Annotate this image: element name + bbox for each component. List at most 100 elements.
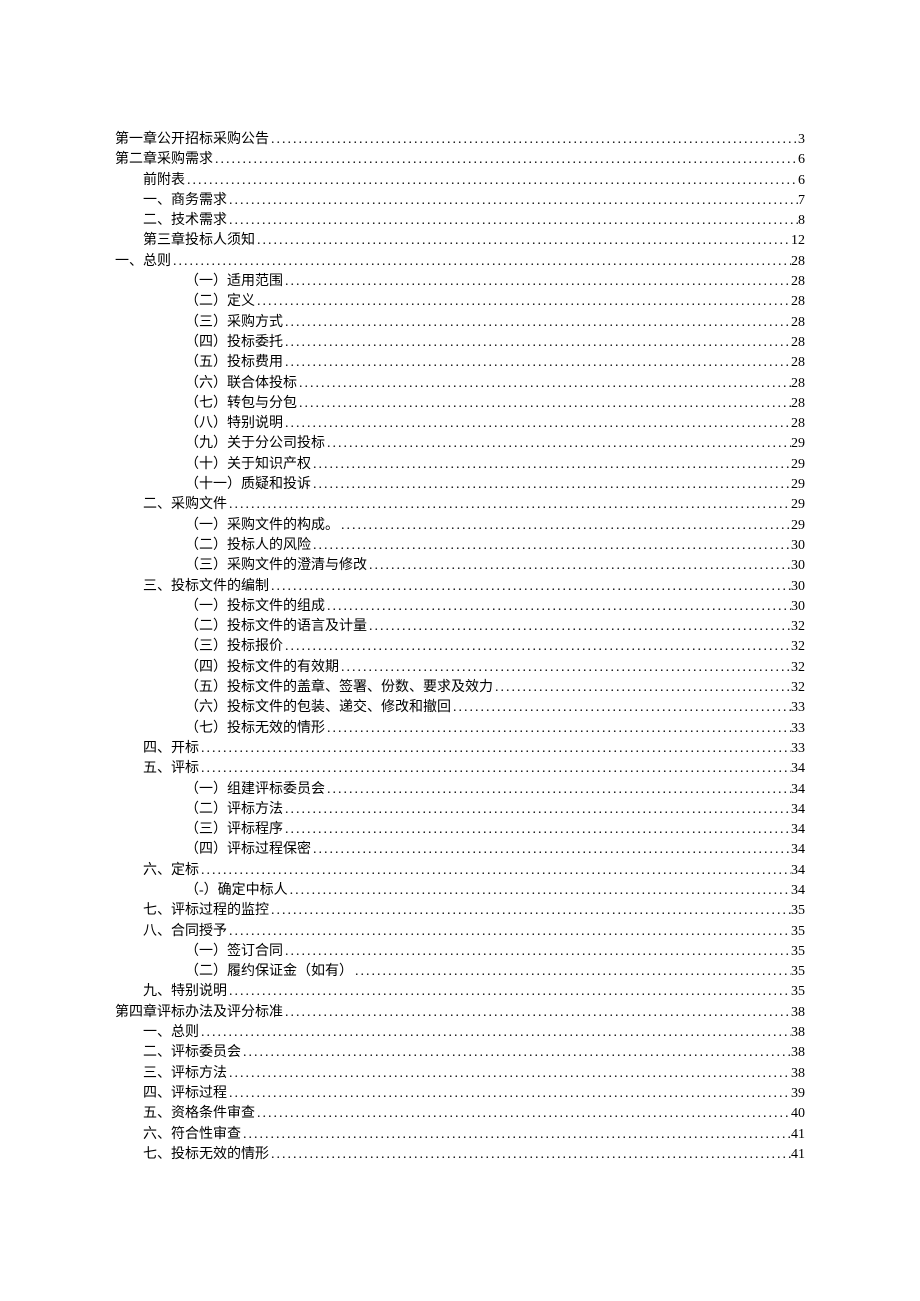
toc-entry: 六、定标 34	[115, 861, 805, 881]
toc-page-number: 33	[791, 719, 805, 739]
toc-label: （六）联合体投标	[185, 374, 297, 394]
toc-page-number: 35	[791, 901, 805, 921]
toc-label: 三、评标方法	[143, 1064, 227, 1084]
toc-leader-dots	[283, 637, 791, 657]
toc-label: 四、开标	[143, 739, 199, 759]
toc-entry: （二）履约保证金（如有）35	[115, 962, 805, 982]
toc-page-number: 29	[791, 475, 805, 495]
toc-entry: （四）投标文件的有效期32	[115, 658, 805, 678]
toc-label: 八、合同授予	[143, 922, 227, 942]
toc-page-number: 41	[791, 1145, 805, 1165]
toc-entry: 一、商务需求7	[115, 191, 805, 211]
toc-page-number: 8	[798, 211, 805, 231]
toc-entry: （一）适用范围28	[115, 272, 805, 292]
toc-entry: 一、总则28	[115, 252, 805, 272]
toc-page-number: 28	[791, 374, 805, 394]
toc-leader-dots	[367, 617, 791, 637]
toc-label: 第一章公开招标采购公告	[115, 130, 269, 150]
toc-page-number: 34	[791, 881, 805, 901]
toc-leader-dots	[325, 597, 791, 617]
toc-page-number: 29	[791, 516, 805, 536]
toc-label: （四）评标过程保密	[185, 840, 311, 860]
toc-entry: 七、投标无效的情形 41	[115, 1145, 805, 1165]
toc-page-number: 29	[791, 455, 805, 475]
toc-entry: （二）定义28	[115, 292, 805, 312]
toc-label: （七）投标无效的情形	[185, 719, 325, 739]
toc-leader-dots	[493, 678, 791, 698]
toc-leader-dots	[199, 1023, 791, 1043]
toc-label: 一、总则	[143, 1023, 199, 1043]
toc-label: 二、技术需求	[143, 211, 227, 231]
toc-label: （二）评标方法	[185, 800, 283, 820]
toc-entry: 八、合同授予35	[115, 922, 805, 942]
toc-leader-dots	[227, 495, 791, 515]
toc-entry: （二）投标文件的语言及计量32	[115, 617, 805, 637]
toc-leader-dots	[199, 739, 791, 759]
toc-entry: （十一）质疑和投诉29	[115, 475, 805, 495]
toc-leader-dots	[339, 658, 791, 678]
toc-page-number: 32	[791, 617, 805, 637]
toc-label: 一、总则	[115, 252, 171, 272]
toc-page-number: 40	[791, 1104, 805, 1124]
toc-label: （五）投标费用	[185, 353, 283, 373]
toc-label: （二）投标人的风险	[185, 536, 311, 556]
toc-leader-dots	[283, 942, 791, 962]
toc-label: 六、定标	[143, 861, 199, 881]
toc-label: （三）评标程序	[185, 820, 283, 840]
toc-entry: （七）投标无效的情形 33	[115, 719, 805, 739]
toc-entry: 二、评标委员会38	[115, 1043, 805, 1063]
toc-label: （九）关于分公司投标	[185, 434, 325, 454]
toc-entry: （一）签订合同35	[115, 942, 805, 962]
toc-leader-dots	[283, 1003, 791, 1023]
toc-entry: 第三章投标人须知12	[115, 231, 805, 251]
toc-page-number: 6	[798, 150, 805, 170]
toc-label: 七、投标无效的情形	[143, 1145, 269, 1165]
toc-label: （一）组建评标委员会	[185, 780, 325, 800]
toc-leader-dots	[367, 556, 791, 576]
toc-label: 五、评标	[143, 759, 199, 779]
toc-entry: 四、评标过程39	[115, 1084, 805, 1104]
toc-leader-dots	[311, 536, 791, 556]
toc-label: （三）采购方式	[185, 313, 283, 333]
toc-leader-dots	[227, 1064, 791, 1084]
toc-entry: 三、投标文件的编制30	[115, 577, 805, 597]
toc-leader-dots	[185, 171, 798, 191]
toc-label: 一、商务需求	[143, 191, 227, 211]
toc-page-number: 28	[791, 353, 805, 373]
toc-page-number: 38	[791, 1003, 805, 1023]
toc-entry: 第一章公开招标采购公告 3	[115, 130, 805, 150]
toc-leader-dots	[241, 1125, 791, 1145]
toc-label: （四）投标委托	[185, 333, 283, 353]
toc-label: （八）特别说明	[185, 414, 283, 434]
toc-page-number: 32	[791, 637, 805, 657]
toc-entry: （一）采购文件的构成。 29	[115, 516, 805, 536]
toc-leader-dots	[255, 231, 791, 251]
toc-page-number: 34	[791, 820, 805, 840]
toc-leader-dots	[283, 313, 791, 333]
toc-label: （六）投标文件的包装、递交、修改和撤回	[185, 698, 451, 718]
toc-label: （五）投标文件的盖章、签署、份数、要求及效力	[185, 678, 493, 698]
toc-page-number: 3	[798, 130, 805, 150]
toc-page-number: 35	[791, 942, 805, 962]
toc-page-number: 34	[791, 800, 805, 820]
toc-leader-dots	[283, 353, 791, 373]
toc-leader-dots	[339, 516, 791, 536]
toc-label: 第四章评标办法及评分标准	[115, 1003, 283, 1023]
toc-leader-dots	[269, 1145, 791, 1165]
toc-label: （二）履约保证金（如有）	[185, 962, 353, 982]
toc-entry: 七、评标过程的监控35	[115, 901, 805, 921]
toc-page-number: 28	[791, 272, 805, 292]
toc-label: （一）采购文件的构成。	[185, 516, 339, 536]
toc-page-number: 6	[798, 171, 805, 191]
toc-label: 六、符合性审查	[143, 1125, 241, 1145]
toc-entry: （九）关于分公司投标29	[115, 434, 805, 454]
toc-entry: （六）投标文件的包装、递交、修改和撤回33	[115, 698, 805, 718]
toc-page-number: 34	[791, 861, 805, 881]
toc-leader-dots	[283, 800, 791, 820]
toc-page-number: 41	[791, 1125, 805, 1145]
toc-page-number: 30	[791, 597, 805, 617]
toc-label: 二、评标委员会	[143, 1043, 241, 1063]
toc-label: （十）关于知识产权	[185, 455, 311, 475]
toc-entry: （八）特别说明28	[115, 414, 805, 434]
toc-leader-dots	[227, 191, 798, 211]
